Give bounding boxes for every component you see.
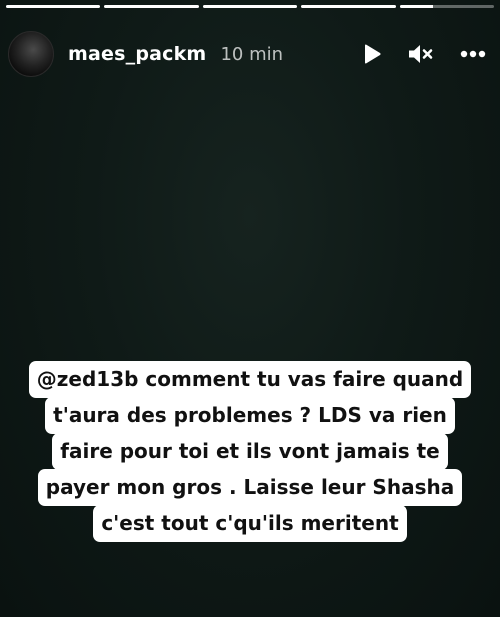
caption-line: t'aura des problemes ? LDS va rien [45, 397, 455, 434]
more-horizontal-icon[interactable] [460, 50, 486, 58]
avatar[interactable] [8, 31, 54, 77]
story-controls [362, 43, 486, 65]
caption-line: c'est tout c'qu'ils meritent [93, 505, 407, 542]
progress-segment [202, 5, 298, 8]
username[interactable]: maes_packm [68, 43, 206, 65]
caption-line: @zed13b comment tu vas faire quand [28, 361, 472, 398]
progress-segment [6, 5, 101, 8]
progress-segment [399, 5, 495, 8]
progress-segment [301, 5, 396, 8]
story-caption: @zed13b comment tu vas faire quand t'aur… [0, 361, 500, 542]
caption-line: payer mon gros . Laisse leur Shasha [37, 469, 463, 506]
progress-segment [104, 5, 199, 8]
story-header: maes_packm 10 min [8, 26, 486, 82]
play-icon[interactable] [362, 43, 382, 65]
caption-line: faire pour toi et ils vont jamais te [52, 433, 448, 470]
timestamp: 10 min [220, 43, 284, 65]
mention-link[interactable]: @zed13b [37, 367, 139, 391]
story-progress-bar [6, 5, 495, 8]
speaker-muted-icon[interactable] [408, 43, 434, 65]
